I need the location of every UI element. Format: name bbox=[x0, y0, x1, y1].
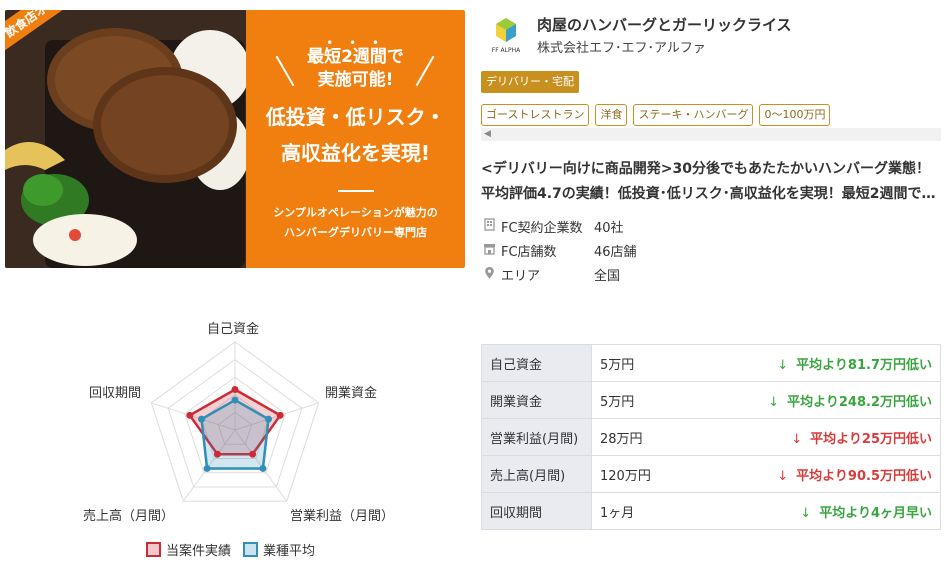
comparison-vs-average: ↓ 平均より248.2万円低い bbox=[681, 381, 941, 419]
radar-point-average bbox=[203, 464, 211, 472]
radar-point-actual bbox=[276, 411, 284, 419]
stat-label: FC店舗数 bbox=[501, 245, 557, 260]
legend-item-actual[interactable]: 当案件実績 bbox=[146, 540, 231, 559]
radar-axis-label: 営業利益（月間） bbox=[290, 509, 395, 524]
comparison-value: 1ヶ月 bbox=[591, 492, 682, 530]
radar-axis-label: 開業資金 bbox=[325, 386, 378, 401]
comparison-text: 平均より4ヶ月早い bbox=[819, 505, 932, 521]
logo-wordmark: FF ALPHA bbox=[492, 47, 521, 54]
radar-point-actual bbox=[213, 450, 221, 458]
radar-point-actual bbox=[231, 386, 239, 394]
comparison-vs-average: ↓ 平均より25万円低い bbox=[681, 418, 941, 456]
hero-divider bbox=[338, 190, 374, 192]
stat-label: FC契約企業数 bbox=[501, 221, 583, 236]
franchise-detail-card: 飲食店オーナー様限定 • • • 最短2週間で 実施可能! 低投資・低リスク・ … bbox=[0, 0, 947, 568]
comparison-row: 売上高(月間) 120万円 ↓ 平均より90.5万円低い bbox=[481, 455, 941, 493]
legend-label: 当案件実績 bbox=[166, 544, 232, 559]
stat-value: 全国 bbox=[594, 269, 621, 284]
radar-point-average bbox=[198, 415, 206, 423]
description-line2: 平均評価4.7の実績！低投資･低リスク･高収益化を実現！最短2週間で実施可能！ bbox=[481, 186, 939, 202]
hero-headline: 最短2週間で 実施可能! bbox=[246, 46, 465, 92]
store-icon bbox=[484, 244, 495, 255]
tag-scrollbar[interactable]: ◀ bbox=[481, 128, 941, 141]
comparison-text: 平均より248.2万円低い bbox=[787, 394, 932, 410]
comparison-table: 自己資金 5万円 ↓ 平均より81.7万円低い開業資金 5万円 ↓ 平均より248.2万円低… bbox=[481, 344, 941, 530]
radar-axis-label: 自己資金 bbox=[207, 322, 260, 337]
radar-point-actual bbox=[186, 411, 194, 419]
hero-subcopy-line2: ハンバーグデリバリー専門店 bbox=[284, 226, 427, 239]
comparison-label: 売上高(月間) bbox=[481, 455, 592, 493]
hero-headline-line2: 実施可能! bbox=[317, 70, 394, 90]
building-icon bbox=[484, 218, 495, 231]
comparison-value: 5万円 bbox=[591, 344, 682, 382]
comparison-row: 自己資金 5万円 ↓ 平均より81.7万円低い bbox=[481, 344, 941, 382]
comparison-row: 回収期間 1ヶ月 ↓ 平均より4ヶ月早い bbox=[481, 492, 941, 530]
comparison-row: 開業資金 5万円 ↓ 平均より248.2万円低い bbox=[481, 381, 941, 419]
stat-value: 40社 bbox=[594, 221, 624, 236]
radar-axis-label: 売上高（月間） bbox=[83, 509, 175, 524]
hero-subcopy: シンプルオペレーションが魅力の ハンバーグデリバリー専門店 bbox=[246, 203, 465, 243]
comparison-label: 回収期間 bbox=[481, 492, 592, 530]
comparison-label: 自己資金 bbox=[481, 344, 592, 382]
comparison-value: 28万円 bbox=[591, 418, 682, 456]
comparison-text: 平均より81.7万円低い bbox=[796, 357, 932, 373]
comparison-vs-average: ↓ 平均より90.5万円低い bbox=[681, 455, 941, 493]
radar-point-actual bbox=[249, 450, 257, 458]
description-line1: <デリバリー向けに商品開発>30分後でもあたたかいハンバーグ業態！ bbox=[481, 161, 930, 177]
franchise-description: <デリバリー向けに商品開発>30分後でもあたたかいハンバーグ業態！ 平均評価4.… bbox=[481, 157, 939, 207]
hero-subcopy-line1: シンプルオペレーションが魅力の bbox=[273, 206, 438, 219]
legend-item-average[interactable]: 業種平均 bbox=[243, 540, 315, 559]
hero-banner[interactable]: 飲食店オーナー様限定 • • • 最短2週間で 実施可能! 低投資・低リスク・ … bbox=[5, 10, 465, 268]
tag-western-food[interactable]: 洋食 bbox=[595, 104, 628, 126]
tag-budget[interactable]: 0〜100万円 bbox=[759, 104, 831, 126]
comparison-label: 開業資金 bbox=[481, 381, 592, 419]
company-logo[interactable]: FF ALPHA bbox=[484, 14, 528, 56]
tag-steak-hamburger[interactable]: ステーキ・ハンバーグ bbox=[633, 104, 754, 126]
franchise-title[interactable]: 肉屋のハンバーグとガーリックライス bbox=[537, 14, 792, 35]
hero-headline-line1: 最短2週間で bbox=[307, 47, 404, 67]
location-pin-icon bbox=[485, 267, 494, 279]
hamburger-photo: 飲食店オーナー様限定 bbox=[5, 10, 250, 268]
radar-point-average bbox=[259, 464, 267, 472]
comparison-value: 5万円 bbox=[591, 381, 682, 419]
comparison-text: 平均より90.5万円低い bbox=[796, 468, 932, 484]
radar-point-average bbox=[264, 415, 272, 423]
hero-main-copy: 低投資・低リスク・ 高収益化を実現! bbox=[246, 99, 465, 171]
legend-swatch bbox=[243, 542, 259, 557]
stat-label: エリア bbox=[501, 269, 541, 284]
radar-legend: 当案件実績 業種平均 bbox=[146, 540, 315, 559]
down-arrow-icon: ↓ bbox=[791, 431, 803, 447]
down-arrow-icon: ↓ bbox=[768, 394, 780, 410]
food-illustration bbox=[5, 10, 250, 268]
category-badge: デリバリー・宅配 bbox=[481, 71, 579, 93]
hero-promo-panel: • • • 最短2週間で 実施可能! 低投資・低リスク・ 高収益化を実現! シン… bbox=[246, 10, 465, 268]
down-arrow-icon: ↓ bbox=[800, 505, 812, 521]
tag-ghost-restaurant[interactable]: ゴーストレストラン bbox=[481, 104, 590, 126]
legend-swatch bbox=[146, 542, 161, 557]
radar-point-average bbox=[231, 396, 239, 404]
tag-list: ゴーストレストラン 洋食 ステーキ・ハンバーグ 0〜100万円 bbox=[481, 104, 831, 126]
down-arrow-icon: ↓ bbox=[777, 357, 789, 373]
comparison-vs-average: ↓ 平均より81.7万円低い bbox=[681, 344, 941, 382]
ff-alpha-logo-icon: FF ALPHA bbox=[492, 18, 521, 54]
comparison-label: 営業利益(月間) bbox=[481, 418, 592, 456]
radar-axis-label: 回収期間 bbox=[89, 386, 142, 401]
down-arrow-icon: ↓ bbox=[777, 468, 789, 484]
company-name: 株式会社エフ･エフ･アルファ bbox=[537, 41, 706, 56]
comparison-row: 営業利益(月間) 28万円 ↓ 平均より25万円低い bbox=[481, 418, 941, 456]
comparison-value: 120万円 bbox=[591, 455, 682, 493]
scroll-left-arrow-icon[interactable]: ◀ bbox=[484, 128, 491, 141]
stat-value: 46店舗 bbox=[594, 245, 637, 260]
hero-main-copy-line1: 低投資・低リスク・ bbox=[265, 105, 446, 129]
hero-main-copy-line2: 高収益化を実現! bbox=[280, 141, 431, 165]
comparison-vs-average: ↓ 平均より4ヶ月早い bbox=[681, 492, 941, 530]
comparison-text: 平均より25万円低い bbox=[810, 431, 932, 447]
legend-label: 業種平均 bbox=[263, 544, 316, 559]
